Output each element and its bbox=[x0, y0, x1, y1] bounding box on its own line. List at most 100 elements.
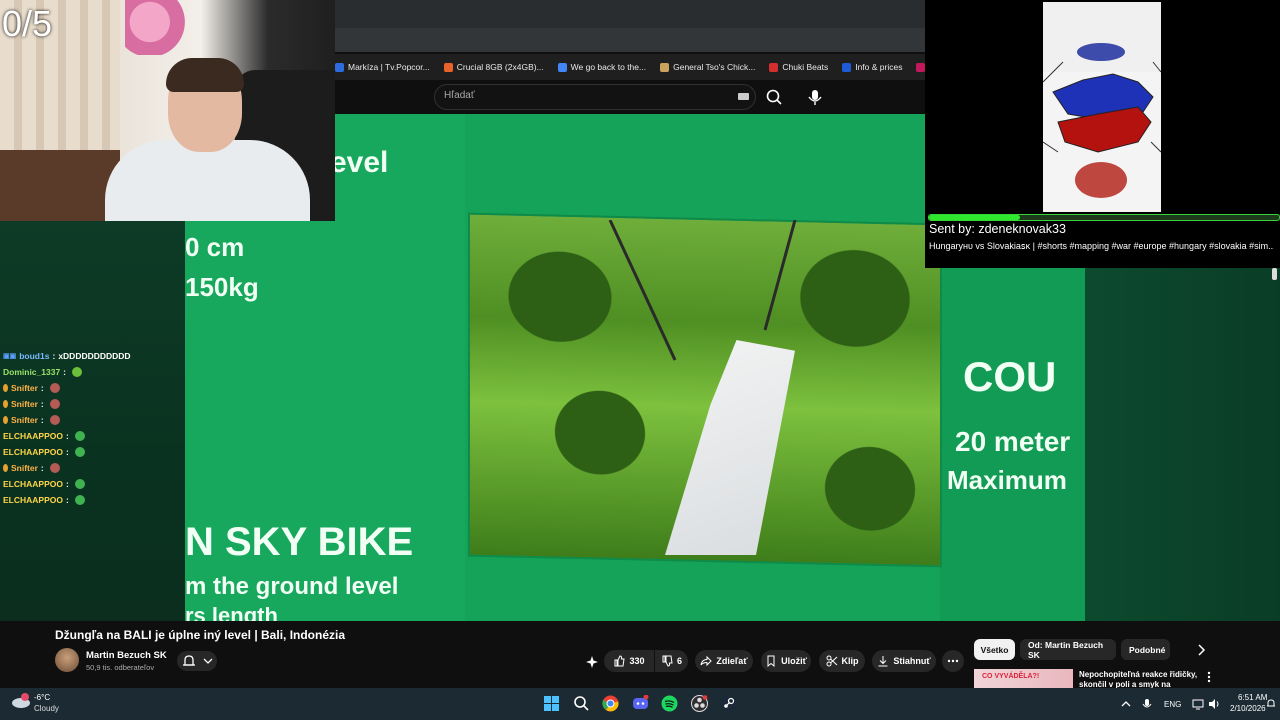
chat-separator: : bbox=[52, 351, 56, 361]
chat-username[interactable]: Snifter bbox=[11, 415, 38, 425]
recommended-title[interactable]: Nepochopiteľná reakce řidičky, skončil v… bbox=[1079, 670, 1199, 688]
save-label: Uložiť bbox=[781, 656, 807, 666]
chat-emote-icon bbox=[74, 431, 85, 441]
bookmark-item[interactable]: Crucial 8GB (2x4GB)... bbox=[443, 62, 544, 72]
channel-avatar[interactable] bbox=[55, 648, 79, 672]
stream-chat: ▣▣ boud1s: xDDDDDDDDDDD Dominic_1337: Snifte… bbox=[3, 348, 183, 508]
download-button[interactable]: Stiahnuť bbox=[872, 650, 936, 672]
more-vertical-icon[interactable] bbox=[1203, 670, 1215, 684]
chat-username[interactable]: Dominic_1337 bbox=[3, 367, 60, 377]
webcam-person-hair bbox=[166, 58, 244, 92]
steam-icon[interactable] bbox=[720, 695, 737, 712]
chat-message: ELCHAAPPOO: bbox=[3, 444, 183, 460]
chat-username[interactable]: Snifter bbox=[11, 463, 38, 473]
weather-description[interactable]: Cloudy bbox=[34, 704, 59, 713]
notification-bell-button[interactable] bbox=[177, 651, 217, 671]
share-button[interactable]: Zdieľať bbox=[695, 650, 753, 672]
stream-background-right bbox=[1085, 268, 1280, 621]
chat-badge-icon bbox=[3, 400, 8, 408]
taskbar-search-icon[interactable] bbox=[573, 695, 590, 712]
chat-message: Snifter: bbox=[3, 396, 183, 412]
chat-text: xDDDDDDDDDDD bbox=[58, 351, 131, 361]
volume-icon[interactable] bbox=[1208, 698, 1220, 710]
bookmark-favicon-icon bbox=[557, 62, 567, 72]
discord-icon[interactable] bbox=[632, 695, 649, 712]
chat-badge-icon: ▣▣ bbox=[3, 353, 17, 360]
like-count: 330 bbox=[629, 656, 645, 666]
share-icon bbox=[700, 655, 713, 667]
browser-toolbar bbox=[335, 28, 925, 52]
swing-ropes bbox=[608, 220, 797, 361]
spotify-icon[interactable] bbox=[661, 695, 678, 712]
bookmark-favicon-icon bbox=[916, 62, 925, 72]
chat-message: Dominic_1337: bbox=[3, 364, 183, 380]
browser-title-bar bbox=[335, 0, 925, 28]
weather-temperature[interactable]: -6°C bbox=[34, 693, 50, 702]
chat-username[interactable]: ELCHAAPPOO bbox=[3, 495, 63, 505]
clip-button[interactable]: Klip bbox=[819, 650, 865, 672]
chat-username[interactable]: Snifter bbox=[11, 399, 38, 409]
channel-name[interactable]: Martin Bezuch SK bbox=[86, 650, 167, 661]
search-input[interactable] bbox=[434, 84, 756, 110]
chat-separator: : bbox=[65, 431, 69, 441]
bookmark-item[interactable]: Chuki Beats bbox=[769, 62, 828, 72]
chat-username[interactable]: ELCHAAPPOO bbox=[3, 431, 63, 441]
dislike-button[interactable]: 6 bbox=[655, 650, 688, 672]
hungary-slovakia-map bbox=[1043, 2, 1161, 198]
chip-from-channel[interactable]: Od: Martin Bezuch SK bbox=[1020, 639, 1116, 660]
download-label: Stiahnuť bbox=[893, 656, 931, 666]
bookmark-label: Chuki Beats bbox=[782, 62, 829, 72]
weather-cloud-icon[interactable] bbox=[10, 692, 32, 710]
dislike-count: 6 bbox=[676, 656, 682, 666]
chat-username[interactable]: Snifter bbox=[11, 383, 38, 393]
clock-time[interactable]: 6:51 AM bbox=[1238, 693, 1267, 702]
bookmark-item[interactable]: Info & prices bbox=[842, 62, 902, 72]
video-text-meters: 20 meter bbox=[955, 426, 1071, 457]
clock-date[interactable]: 2/10/2026 bbox=[1230, 704, 1266, 713]
bookmark-icon bbox=[767, 655, 775, 667]
video-title: Džungľa na BALI je úplne iný level | Bal… bbox=[55, 628, 346, 642]
input-language[interactable]: ENG bbox=[1164, 700, 1181, 709]
chat-emote-icon bbox=[74, 495, 85, 505]
webcam-shelf bbox=[0, 150, 120, 221]
chat-username[interactable]: ELCHAAPPOO bbox=[3, 479, 63, 489]
chevron-right-icon[interactable] bbox=[1194, 643, 1208, 657]
obs-icon[interactable] bbox=[691, 695, 708, 712]
chat-username[interactable]: boud1s bbox=[19, 351, 49, 361]
keyboard-icon[interactable] bbox=[738, 93, 749, 100]
chevron-up-icon[interactable] bbox=[1120, 698, 1132, 710]
bookmarks-bar: Markíza | Tv.Popcor... Crucial 8GB (2x4GB… bbox=[335, 54, 925, 80]
recommended-thumbnail-text: CO VYVÁDĚLA?! bbox=[982, 673, 1040, 680]
like-button[interactable]: 330 bbox=[604, 650, 654, 672]
search-button[interactable] bbox=[760, 84, 788, 110]
chip-all[interactable]: Všetko bbox=[974, 639, 1015, 660]
video-text-length: rs length bbox=[185, 603, 278, 621]
windows-start-icon[interactable] bbox=[543, 695, 560, 712]
more-actions-button[interactable] bbox=[942, 650, 964, 672]
chat-username[interactable]: ELCHAAPPOO bbox=[3, 447, 63, 457]
notification-icon[interactable] bbox=[1266, 698, 1276, 710]
chat-emote-icon bbox=[49, 415, 60, 425]
bookmark-item[interactable]: General Tso's Chick... bbox=[660, 62, 755, 72]
microphone-tray-icon[interactable] bbox=[1142, 698, 1152, 710]
chrome-icon[interactable] bbox=[602, 695, 619, 712]
media-share-map bbox=[1043, 2, 1161, 212]
chat-separator: : bbox=[40, 399, 44, 409]
recommended-thumbnail[interactable]: CO VYVÁDĚLA?! bbox=[974, 669, 1073, 688]
sparkle-icon[interactable] bbox=[585, 655, 599, 669]
display-icon[interactable] bbox=[1192, 698, 1204, 710]
bookmark-label: We go back to the... bbox=[570, 62, 647, 72]
save-button[interactable]: Uložiť bbox=[761, 650, 811, 672]
channel-subscribers: 50,9 tis. odberateľov bbox=[86, 663, 155, 672]
media-progress-fill bbox=[929, 215, 1020, 220]
voice-search-button[interactable] bbox=[801, 84, 829, 110]
bookmark-item[interactable]: Markíza | Tv.Popcor... bbox=[335, 62, 430, 72]
bookmark-item[interactable]: Post Malone bbox=[916, 62, 925, 72]
chip-related[interactable]: Podobné bbox=[1121, 639, 1170, 660]
bookmark-label: Crucial 8GB (2x4GB)... bbox=[456, 62, 544, 72]
scrollbar-thumb[interactable] bbox=[1272, 268, 1277, 280]
microphone-icon bbox=[808, 90, 822, 105]
webcam-person-body bbox=[105, 140, 310, 221]
scissors-icon bbox=[826, 655, 837, 667]
bookmark-item[interactable]: We go back to the... bbox=[557, 62, 647, 72]
